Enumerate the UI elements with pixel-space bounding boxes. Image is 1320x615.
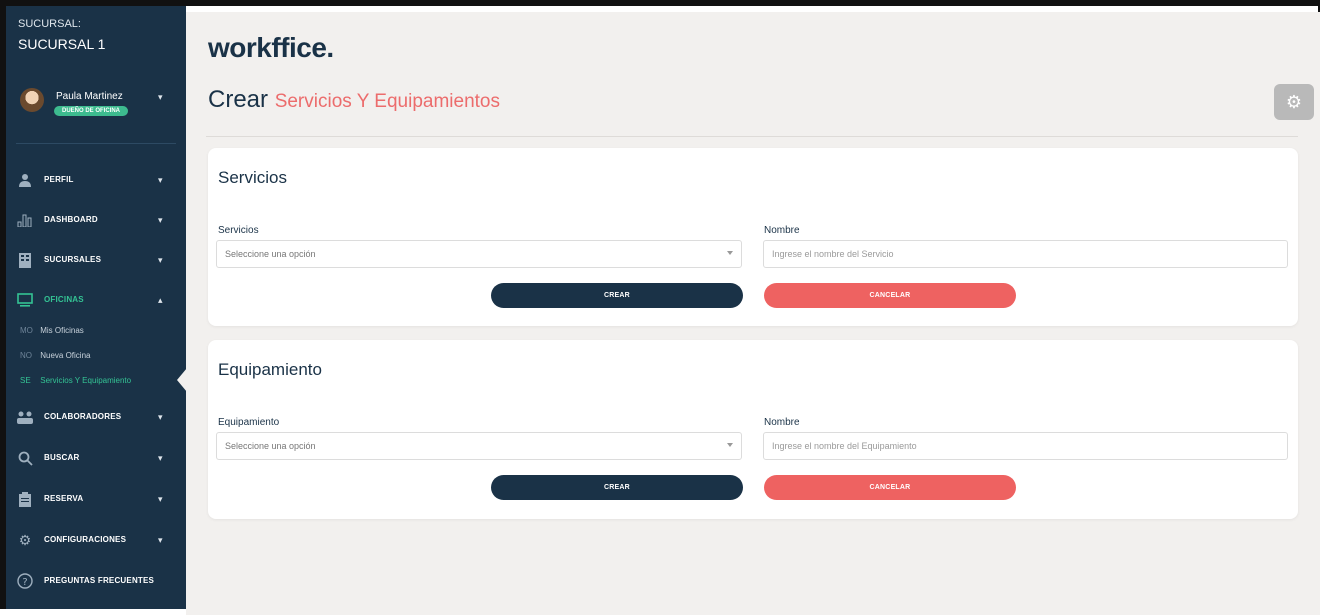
page-title: Crear Servicios Y Equipamientos	[208, 86, 500, 114]
chevron-down-icon: ▾	[158, 453, 163, 463]
chevron-down-icon: ▾	[158, 412, 163, 422]
equipamiento-card: Equipamiento Equipamiento Seleccione una…	[208, 340, 1298, 519]
servicios-card: Servicios Servicios Seleccione una opció…	[208, 148, 1298, 326]
input-placeholder: Ingrese el nombre del Equipamiento	[772, 441, 917, 451]
chevron-up-icon: ▴	[158, 295, 163, 305]
select-value: Seleccione una opción	[225, 249, 316, 259]
subitem-abbr: NO	[20, 351, 32, 360]
window-frame: SUCURSAL: SUCURSAL 1 Paula Martinez DUEÑ…	[0, 0, 1320, 615]
sidebar-item-label: PERFIL	[44, 175, 74, 184]
gear-icon: ⚙	[18, 531, 32, 548]
sidebar-item-dashboard[interactable]: DASHBOARD ▾	[6, 205, 186, 237]
chevron-down-icon: ▾	[158, 175, 163, 185]
subitem-label: Servicios Y Equipamiento	[40, 376, 132, 385]
settings-button[interactable]: ⚙	[1274, 84, 1314, 120]
subitem-nueva-oficina[interactable]: NO Nueva Oficina	[20, 351, 90, 360]
sidebar-item-label: CONFIGURACIONES	[44, 535, 127, 544]
chevron-down-icon	[727, 443, 733, 447]
equipamiento-name-label: Nombre	[764, 417, 800, 428]
subitem-servicios-equipamiento[interactable]: SE Servicios Y Equipamiento	[20, 376, 131, 385]
sidebar-item-label: BUSCAR	[44, 453, 80, 462]
equipamiento-name-field[interactable]: Ingrese el nombre del Equipamiento	[763, 432, 1288, 460]
monitor-icon	[16, 291, 34, 309]
sidebar-item-configuraciones[interactable]: ⚙ CONFIGURACIONES ▾	[6, 525, 186, 557]
role-badge: DUEÑO DE OFICINA	[54, 106, 129, 116]
chevron-down-icon: ▾	[158, 255, 163, 265]
search-icon	[16, 449, 34, 467]
building-icon	[16, 251, 34, 269]
subitem-mis-oficinas[interactable]: MO Mis Oficinas	[20, 326, 84, 335]
crear-equipamiento-button[interactable]: CREAR	[491, 475, 743, 500]
sidebar-item-sucursales[interactable]: SUCURSALES ▾	[6, 245, 186, 277]
servicios-select-label: Servicios	[218, 225, 259, 236]
chevron-down-icon[interactable]: ▾	[158, 92, 163, 103]
select-value: Seleccione una opción	[225, 441, 316, 451]
sidebar-item-label: OFICINAS	[44, 295, 84, 304]
sidebar: SUCURSAL: SUCURSAL 1 Paula Martinez DUEÑ…	[6, 6, 187, 609]
sidebar-item-label: RESERVA	[44, 494, 84, 503]
chevron-down-icon: ▾	[158, 494, 163, 504]
servicios-select[interactable]: Seleccione una opción	[216, 240, 742, 268]
servicio-name-field[interactable]: Ingrese el nombre del Servicio	[763, 240, 1288, 268]
sidebar-item-buscar[interactable]: BUSCAR ▾	[6, 443, 186, 475]
chevron-down-icon	[727, 251, 733, 255]
branch-label: SUCURSAL:	[18, 18, 81, 30]
title-accent: Servicios Y Equipamientos	[274, 91, 500, 112]
chevron-down-icon: ▾	[158, 215, 163, 225]
user-menu[interactable]: Paula Martinez DUEÑO DE OFICINA ▾	[20, 88, 180, 128]
sidebar-item-preguntas-frecuentes[interactable]: ? PREGUNTAS FRECUENTES	[6, 566, 186, 598]
main-content: workffice. Crear Servicios Y Equipamient…	[186, 12, 1320, 615]
sidebar-item-label: PREGUNTAS FRECUENTES	[44, 576, 155, 585]
sidebar-item-oficinas[interactable]: OFICINAS ▴	[6, 285, 186, 317]
logo: workffice.	[208, 32, 334, 63]
sidebar-item-label: COLABORADORES	[44, 412, 122, 421]
equipamiento-select-label: Equipamiento	[218, 417, 280, 428]
header-divider	[206, 136, 1298, 137]
servicios-name-label: Nombre	[764, 225, 800, 236]
sidebar-item-reserva[interactable]: RESERVA ▾	[6, 484, 186, 516]
sidebar-item-colaboradores[interactable]: COLABORADORES ▾	[6, 402, 186, 434]
question-icon: ?	[16, 572, 34, 590]
equipamiento-select[interactable]: Seleccione una opción	[216, 432, 742, 460]
crear-servicio-button[interactable]: CREAR	[491, 283, 743, 308]
subitem-abbr: MO	[20, 326, 33, 335]
card-title: Equipamiento	[218, 360, 322, 379]
user-icon	[16, 171, 34, 189]
user-name: Paula Martinez	[56, 91, 123, 102]
cancelar-equipamiento-button[interactable]: CANCELAR	[764, 475, 1016, 500]
cancelar-servicio-button[interactable]: CANCELAR	[764, 283, 1016, 308]
bar-chart-icon	[16, 211, 34, 229]
title-main: Crear	[208, 86, 269, 113]
subitem-abbr: SE	[20, 376, 31, 385]
sidebar-item-label: SUCURSALES	[44, 255, 102, 264]
subitem-label: Mis Oficinas	[40, 326, 84, 335]
sidebar-item-perfil[interactable]: PERFIL ▾	[6, 165, 186, 197]
avatar	[20, 88, 44, 112]
clipboard-icon	[16, 490, 34, 508]
branch-name: SUCURSAL 1	[18, 36, 106, 52]
subitem-label: Nueva Oficina	[40, 351, 91, 360]
chevron-down-icon: ▾	[158, 535, 163, 545]
gear-icon: ⚙	[1285, 91, 1303, 112]
sidebar-divider	[16, 143, 176, 144]
sidebar-item-label: DASHBOARD	[44, 215, 98, 224]
svg-text:?: ?	[22, 577, 27, 588]
card-title: Servicios	[218, 168, 287, 187]
people-icon	[16, 408, 34, 426]
input-placeholder: Ingrese el nombre del Servicio	[772, 249, 894, 259]
